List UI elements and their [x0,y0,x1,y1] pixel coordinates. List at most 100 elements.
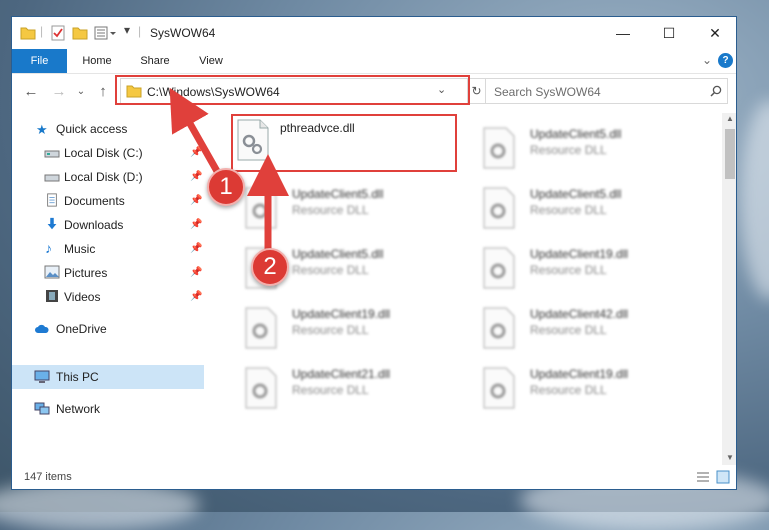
tab-file[interactable]: File [12,49,67,73]
dll-file-icon [483,127,515,169]
nav-documents[interactable]: Documents 📌 [12,189,204,213]
network-icon [34,402,50,415]
search-input[interactable]: Search SysWOW64 [485,78,728,104]
nav-quick-access[interactable]: ★ Quick access [12,117,204,141]
file-item[interactable]: UpdateClient5.dll Resource DLL [458,181,688,231]
file-item[interactable]: UpdateClient42.dll Resource DLL [458,301,688,351]
ribbon-tabs: File Home Share View ⌄ ? [12,49,736,74]
large-icons-view-icon[interactable] [716,470,730,484]
scroll-up-icon[interactable]: ▲ [726,114,734,123]
vertical-scrollbar[interactable]: ▲ ▼ [722,113,736,465]
step-2-badge: 2 [251,248,289,286]
nav-local-disk-c[interactable]: Local Disk (C:) 📌 [12,141,204,165]
star-icon: ★ [36,122,48,137]
file-type: Resource DLL [530,323,607,337]
file-name: UpdateClient42.dll [530,307,629,321]
properties-icon[interactable] [50,24,66,42]
dll-file-icon [483,367,515,409]
file-item[interactable]: UpdateClient5.dll Resource DLL [458,121,688,171]
nav-label: Local Disk (D:) [64,170,143,184]
pin-icon[interactable]: 📌 [190,219,202,230]
dll-file-icon [483,247,515,289]
help-icon[interactable]: ? [718,53,733,68]
file-highlight-box [231,114,457,172]
nav-label: Quick access [56,122,128,136]
customize-toolbar-icon[interactable] [94,24,116,42]
file-item[interactable]: UpdateClient19.dll Resource DLL [220,301,450,351]
computer-icon [34,370,50,383]
step-1-badge: 1 [207,168,245,206]
nav-label: Music [64,242,96,256]
new-folder-icon[interactable] [72,24,88,42]
file-type: Resource DLL [292,263,369,277]
forward-button[interactable]: → [48,80,70,102]
pin-icon[interactable]: 📌 [190,243,202,254]
nav-label: This PC [56,370,99,384]
separator: | [138,24,142,38]
file-item[interactable]: UpdateClient5.dll Resource DLL [220,181,450,231]
nav-videos[interactable]: Videos 📌 [12,285,204,309]
pin-icon[interactable]: 📌 [190,291,202,302]
file-item[interactable]: UpdateClient19.dll Resource DLL [458,361,688,411]
file-type: Resource DLL [530,263,607,277]
details-view-icon[interactable] [696,471,710,483]
up-button[interactable]: ↑ [92,80,114,102]
item-count: 147 items [24,471,72,483]
file-item[interactable]: UpdateClient21.dll Resource DLL [220,361,450,411]
nav-network[interactable]: Network [12,397,204,421]
dll-file-icon [245,367,277,409]
file-type: Resource DLL [530,203,607,217]
pin-icon[interactable]: 📌 [190,171,202,182]
file-type: Resource DLL [292,383,369,397]
close-button[interactable]: ✕ [692,17,736,49]
window-title: SysWOW64 [150,26,216,40]
file-name: UpdateClient5.dll [292,187,384,201]
nav-label: OneDrive [56,322,107,336]
pin-icon[interactable]: 📌 [190,267,202,278]
quick-access-dropdown-icon[interactable]: ▾ [124,23,130,37]
nav-onedrive[interactable]: OneDrive [12,317,204,341]
nav-pictures[interactable]: Pictures 📌 [12,261,204,285]
documents-icon [47,193,57,207]
tab-view[interactable]: View [188,49,234,73]
minimize-button[interactable]: — [600,17,646,49]
nav-downloads[interactable]: Downloads 📌 [12,213,204,237]
nav-music[interactable]: ♪ Music 📌 [12,237,204,261]
pin-icon[interactable]: 📌 [190,195,202,206]
file-type: Resource DLL [292,203,369,217]
back-button[interactable]: ← [20,80,42,102]
film-icon [46,290,58,302]
drive-icon [44,150,60,158]
wallpaper-cloud [740,100,769,300]
title-bar: | ▾ | SysWOW64 — ☐ ✕ [12,17,736,49]
tab-home[interactable]: Home [74,49,120,73]
search-placeholder: Search SysWOW64 [494,85,601,99]
nav-label: Network [56,402,101,416]
nav-local-disk-d[interactable]: Local Disk (D:) 📌 [12,165,204,189]
pin-icon[interactable]: 📌 [190,147,202,158]
nav-label: Pictures [64,266,108,280]
file-type: Resource DLL [530,143,607,157]
dll-file-icon [245,187,277,229]
navigation-pane: ★ Quick access Local Disk (C:) 📌 Local D… [12,113,208,465]
scroll-down-icon[interactable]: ▼ [726,453,734,462]
nav-label: Local Disk (C:) [64,146,143,160]
maximize-button[interactable]: ☐ [646,17,692,49]
dll-file-icon [245,307,277,349]
tab-share[interactable]: Share [132,49,178,73]
folder-icon [20,27,36,40]
music-note-icon: ♪ [45,240,52,256]
nav-label: Videos [64,290,101,304]
nav-this-pc[interactable]: This PC [12,365,204,389]
scrollbar-thumb[interactable] [725,129,735,179]
refresh-icon[interactable]: ↻ [468,78,486,104]
file-name: UpdateClient19.dll [530,367,629,381]
recent-locations-icon[interactable]: ⌄ [70,80,92,102]
search-icon [710,85,722,97]
nav-label: Downloads [64,218,124,232]
separator: | [40,24,44,38]
expand-ribbon-icon[interactable]: ⌄ [702,53,712,67]
file-name: UpdateClient5.dll [292,247,384,261]
file-item[interactable]: UpdateClient19.dll Resource DLL [458,241,688,291]
dll-file-icon [483,307,515,349]
